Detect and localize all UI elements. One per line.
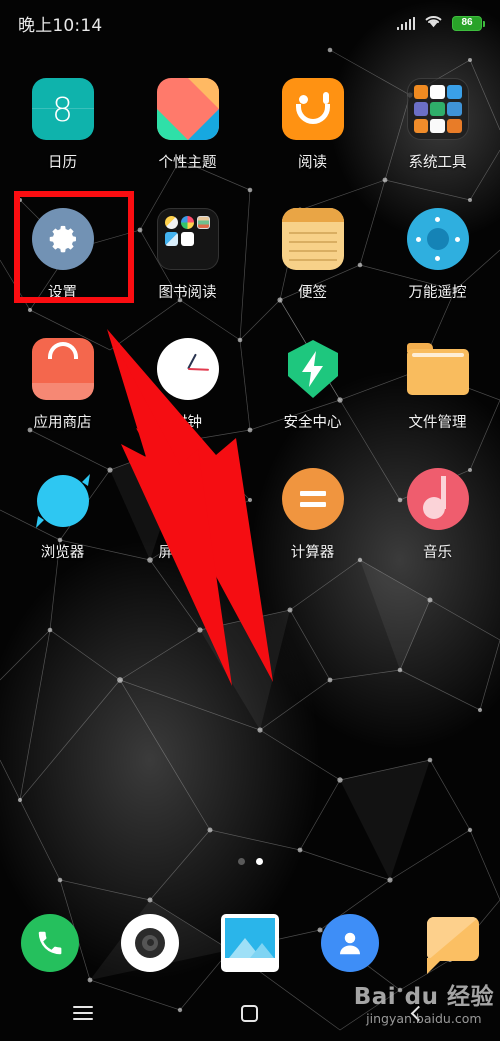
battery-percent-label: 86 bbox=[461, 17, 473, 28]
app-label: 音乐 bbox=[423, 545, 452, 561]
app-grid: 8 日历 个性主题 阅读 系统工具 设置 图书阅读 便签 万能遥控 应用商店 时… bbox=[0, 70, 500, 590]
music-icon bbox=[406, 468, 469, 530]
home-icon bbox=[241, 1004, 259, 1022]
screen-recorder-icon bbox=[156, 468, 219, 530]
universal-remote-icon bbox=[406, 208, 469, 270]
android-home-screen: 晚上10:14 86 8 日历 个性主题 阅读 系统工具 设置 图书阅读 便签 … bbox=[0, 0, 500, 1041]
themes-icon bbox=[156, 78, 219, 140]
menu-icon bbox=[73, 1006, 94, 1020]
watermark: Bai du 经验 jingyan.baidu.com bbox=[354, 986, 494, 1026]
app-label: 日历 bbox=[48, 155, 77, 171]
app-icon-reading[interactable]: 阅读 bbox=[250, 70, 375, 200]
app-label: 时钟 bbox=[173, 415, 202, 431]
app-label: 个性主题 bbox=[158, 155, 217, 171]
app-icon-security-center[interactable]: 安全中心 bbox=[250, 330, 375, 460]
nav-menu-button[interactable] bbox=[0, 1006, 167, 1020]
battery-icon: 86 bbox=[452, 15, 485, 31]
status-bar-time: 晚上10:14 bbox=[18, 15, 103, 36]
app-icon-notes[interactable]: 便签 bbox=[250, 200, 375, 330]
app-icon-file-manager[interactable]: 文件管理 bbox=[375, 330, 500, 460]
app-folder-book-reading[interactable]: 图书阅读 bbox=[125, 200, 250, 330]
phone-icon bbox=[21, 913, 79, 972]
dock-item-phone[interactable] bbox=[0, 913, 100, 972]
calculator-icon bbox=[281, 468, 344, 530]
page-dot-active[interactable] bbox=[255, 858, 263, 865]
app-label: 计算器 bbox=[290, 545, 335, 561]
app-label: 文件管理 bbox=[408, 415, 467, 431]
page-indicator[interactable] bbox=[0, 858, 500, 865]
app-icon-calculator[interactable]: 计算器 bbox=[250, 460, 375, 590]
notes-icon bbox=[281, 208, 344, 270]
app-label: 安全中心 bbox=[283, 415, 342, 431]
book-reading-folder-icon bbox=[156, 208, 219, 270]
nav-home-button[interactable] bbox=[167, 1004, 334, 1022]
status-bar-indicators: 86 bbox=[396, 14, 485, 33]
watermark-title: Bai du 经验 bbox=[353, 984, 494, 1010]
app-label: 浏览器 bbox=[40, 545, 85, 561]
app-store-icon bbox=[31, 338, 94, 400]
dock-item-camera[interactable] bbox=[100, 913, 200, 972]
calendar-day-number: 8 bbox=[52, 89, 73, 129]
contacts-icon bbox=[321, 913, 379, 972]
app-label: 屏幕录制 bbox=[158, 545, 217, 561]
annotation-highlight-rectangle bbox=[14, 191, 134, 303]
app-icon-clock[interactable]: 时钟 bbox=[125, 330, 250, 460]
app-icon-app-store[interactable]: 应用商店 bbox=[0, 330, 125, 460]
browser-icon bbox=[32, 468, 94, 530]
camera-icon bbox=[121, 913, 179, 972]
security-center-icon bbox=[282, 338, 344, 400]
dock-item-contacts[interactable] bbox=[300, 913, 400, 972]
app-label: 系统工具 bbox=[408, 155, 467, 171]
dock-item-messages[interactable] bbox=[400, 914, 500, 974]
system-tools-folder-icon bbox=[406, 78, 469, 140]
clock-icon bbox=[156, 338, 219, 400]
file-manager-icon bbox=[406, 338, 469, 400]
app-row: 浏览器 屏幕录制 计算器 音乐 bbox=[0, 460, 500, 590]
watermark-url: jingyan.baidu.com bbox=[366, 1011, 482, 1026]
app-folder-system-tools[interactable]: 系统工具 bbox=[375, 70, 500, 200]
app-label: 便签 bbox=[298, 285, 327, 301]
app-icon-universal-remote[interactable]: 万能遥控 bbox=[375, 200, 500, 330]
page-dot[interactable] bbox=[237, 858, 245, 865]
signal-bars-icon bbox=[396, 16, 415, 30]
app-row: 8 日历 个性主题 阅读 系统工具 bbox=[0, 70, 500, 200]
calendar-icon: 8 bbox=[31, 78, 94, 140]
app-label: 应用商店 bbox=[33, 415, 92, 431]
wifi-icon bbox=[424, 14, 443, 33]
app-label: 万能遥控 bbox=[408, 285, 467, 301]
app-row: 应用商店 时钟 安全中心 文件管理 bbox=[0, 330, 500, 460]
messages-icon bbox=[421, 914, 479, 974]
dock-item-gallery[interactable] bbox=[200, 913, 300, 972]
app-icon-calendar[interactable]: 8 日历 bbox=[0, 70, 125, 200]
reading-icon bbox=[281, 78, 344, 140]
dock bbox=[0, 905, 500, 980]
app-icon-screen-recorder[interactable]: 屏幕录制 bbox=[125, 460, 250, 590]
app-label: 阅读 bbox=[298, 155, 327, 171]
gallery-icon bbox=[221, 913, 279, 972]
app-icon-themes[interactable]: 个性主题 bbox=[125, 70, 250, 200]
app-icon-browser[interactable]: 浏览器 bbox=[0, 460, 125, 590]
status-bar: 晚上10:14 86 bbox=[0, 0, 500, 46]
app-icon-music[interactable]: 音乐 bbox=[375, 460, 500, 590]
app-label: 图书阅读 bbox=[158, 285, 217, 301]
